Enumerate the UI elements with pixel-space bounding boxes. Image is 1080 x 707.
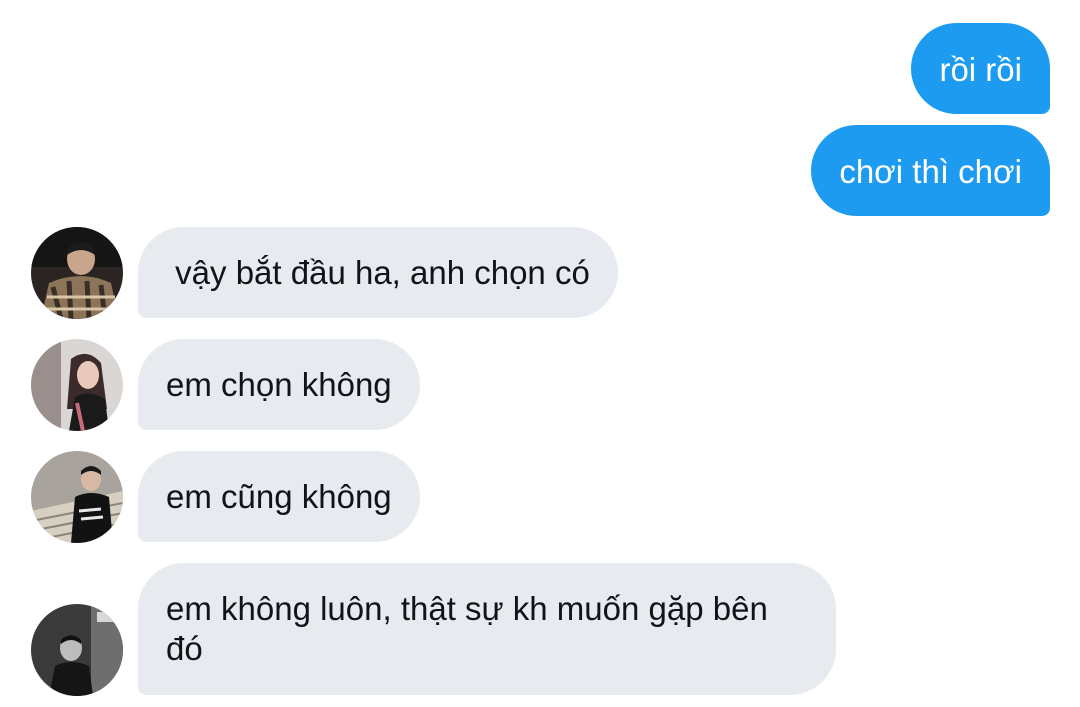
incoming-message[interactable]: em cũng không [138, 451, 420, 542]
avatar[interactable] [31, 451, 123, 543]
incoming-message[interactable]: em chọn không [138, 339, 420, 430]
avatar-photo-icon [31, 227, 123, 319]
avatar[interactable] [31, 339, 123, 431]
incoming-message[interactable]: em không luôn, thật sự kh muốn gặp bên đ… [138, 563, 836, 695]
outgoing-message[interactable]: chơi thì chơi [811, 125, 1050, 216]
avatar-photo-icon [31, 451, 123, 543]
chat-thread: rồi rồi chơi thì chơi vậy bắt đầu ha, an… [0, 0, 1080, 707]
avatar-photo-icon [31, 604, 123, 696]
incoming-message[interactable]: vậy bắt đầu ha, anh chọn có [138, 227, 618, 318]
outgoing-message[interactable]: rồi rồi [911, 23, 1050, 114]
avatar-photo-icon [31, 339, 123, 431]
avatar[interactable] [31, 604, 123, 696]
avatar[interactable] [31, 227, 123, 319]
